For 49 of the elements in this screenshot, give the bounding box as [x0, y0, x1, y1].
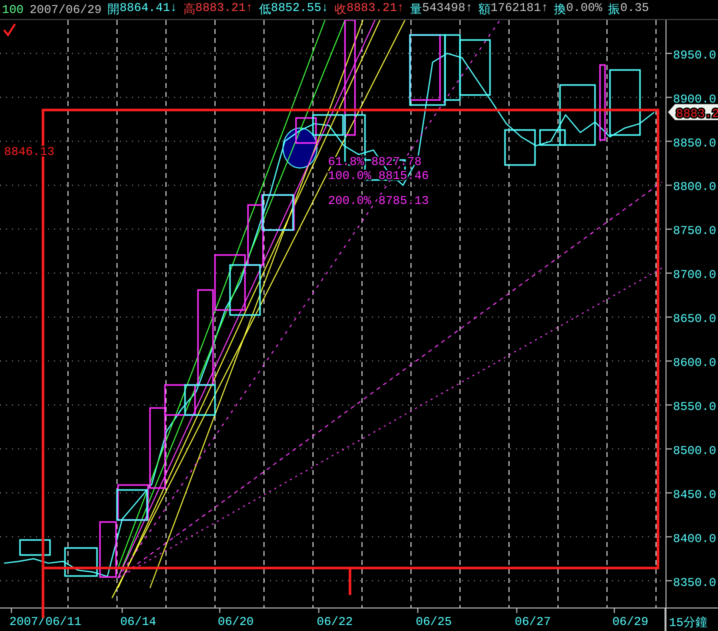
quote-value: 8852.55: [270, 1, 322, 17]
axis-label: 8650.0: [673, 312, 716, 326]
axis-label: 8950.0: [673, 48, 716, 62]
quote-label: 量: [410, 2, 422, 18]
check-icon: [3, 23, 16, 37]
stock-code: 100: [2, 2, 24, 16]
axis-label: 8600.0: [673, 356, 716, 370]
quote-label: 額: [478, 2, 491, 18]
date-label: 06/25: [416, 615, 452, 629]
axis-label: 8850.0: [673, 136, 716, 150]
axis-label: 8750.0: [673, 224, 716, 238]
axis-label: 8400.0: [673, 532, 716, 546]
quote-label: 振: [608, 2, 620, 18]
quote-value: 0.00%: [566, 1, 602, 17]
price-tag: 8883.2: [668, 104, 718, 122]
ellipse-drawing: [282, 128, 318, 168]
date-label: 06/20: [218, 615, 254, 629]
axis-label: 8550.0: [673, 400, 716, 414]
arrow-icon: ↑: [540, 1, 548, 18]
quote-value: 543498: [422, 1, 466, 17]
quote-value: 8883.21: [195, 1, 246, 17]
date-label: 06/27: [514, 615, 551, 629]
quote-value: 0.35: [620, 1, 649, 17]
quote-label: 高: [183, 2, 196, 18]
date-label: 06/22: [316, 615, 353, 629]
quote-label: 低: [258, 2, 271, 18]
arrow-icon: ↓: [321, 1, 328, 18]
date-label: 06/14: [120, 615, 156, 629]
quote-value: 8864.41: [120, 1, 170, 17]
date-label: 06/29: [612, 615, 648, 629]
quote-value: 1762181: [490, 1, 541, 17]
axis-label: 8900.0: [673, 92, 716, 106]
fibonacci-label: 200.0% 8785.13: [328, 194, 429, 208]
period-label: 15分鐘: [669, 616, 708, 630]
quote-label: 收: [334, 2, 346, 18]
quote-date: 2007/06/29: [30, 2, 102, 16]
quote-label: 換: [554, 2, 566, 18]
axis-label: 8700.0: [673, 268, 716, 282]
axis-label: 8800.0: [673, 180, 716, 194]
axis-label: 8500.0: [673, 444, 716, 458]
axis-label: 8350.0: [673, 576, 716, 590]
arrow-icon: ↓: [170, 1, 178, 18]
date-label: 2007/06/11: [9, 615, 82, 629]
arrow-icon: ↑: [396, 1, 404, 18]
quote-value: 8883.21: [346, 1, 397, 17]
arrow-icon: ↑: [465, 1, 473, 18]
axis-label: 8450.0: [673, 488, 716, 502]
quote-label: 開: [108, 2, 120, 18]
arrow-icon: ↑: [246, 1, 253, 18]
